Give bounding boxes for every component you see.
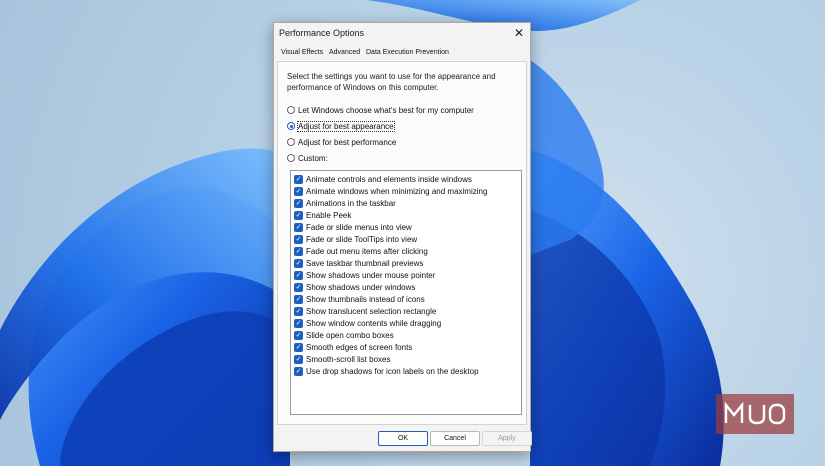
cancel-button[interactable]: Cancel [430, 431, 480, 446]
muo-logo-icon [724, 401, 786, 425]
checkbox-item[interactable]: ✓ Animations in the taskbar [294, 197, 396, 209]
checkbox-checked-icon: ✓ [294, 342, 303, 352]
checkbox-checked-icon: ✓ [294, 366, 303, 376]
ok-button[interactable]: OK [378, 431, 428, 446]
checkbox-item[interactable]: ✓ Fade or slide ToolTips into view [294, 233, 417, 245]
visual-effects-panel: Select the settings you want to use for … [277, 61, 527, 425]
checkbox-item[interactable]: ✓ Show shadows under mouse pointer [294, 269, 435, 281]
checkbox-item[interactable]: ✓ Show window contents while dragging [294, 317, 441, 329]
tab-visual-effects[interactable]: Visual Effects [281, 49, 323, 56]
radio-indicator [287, 122, 295, 130]
checkbox-checked-icon: ✓ [294, 222, 303, 232]
checkbox-item[interactable]: ✓ Show shadows under windows [294, 281, 415, 293]
checkbox-checked-icon: ✓ [294, 318, 303, 328]
checkbox-item[interactable]: ✓ Smooth-scroll list boxes [294, 353, 390, 365]
tab-advanced[interactable]: Advanced [329, 49, 360, 56]
apply-button[interactable]: Apply [482, 431, 532, 446]
checkbox-item[interactable]: ✓ Animate controls and elements inside wi… [294, 173, 472, 185]
checkbox-checked-icon: ✓ [294, 354, 303, 364]
radio-label: Adjust for best performance [298, 137, 397, 147]
description-text: Select the settings you want to use for … [287, 72, 496, 92]
close-icon[interactable]: ✕ [514, 26, 524, 40]
tab-data-execution-prevention[interactable]: Data Execution Prevention [366, 49, 449, 56]
radio-label: Adjust for best appearance [297, 120, 395, 132]
muo-watermark-logo [716, 394, 794, 434]
radio-indicator [287, 154, 295, 162]
checkbox-item[interactable]: ✓ Show translucent selection rectangle [294, 305, 436, 317]
radio-custom[interactable]: Custom: [287, 152, 328, 164]
checkbox-item[interactable]: ✓ Fade or slide menus into view [294, 221, 412, 233]
radio-indicator [287, 138, 295, 146]
checkbox-checked-icon: ✓ [294, 246, 303, 256]
window-title: Performance Options [279, 28, 365, 38]
checkbox-checked-icon: ✓ [294, 330, 303, 340]
checkbox-item[interactable]: ✓ Slide open combo boxes [294, 329, 394, 341]
radio-let-windows-choose[interactable]: Let Windows choose what's best for my co… [287, 104, 474, 116]
checkbox-item[interactable]: ✓ Animate windows when minimizing and max… [294, 185, 487, 197]
performance-options-dialog: Performance Options ✕ Visual Effects Adv… [273, 22, 532, 452]
checkbox-item[interactable]: ✓ Enable Peek [294, 209, 351, 221]
radio-label: Custom: [298, 153, 328, 163]
radio-indicator [287, 106, 295, 114]
checkbox-checked-icon: ✓ [294, 234, 303, 244]
checkbox-checked-icon: ✓ [294, 258, 303, 268]
checkbox-item[interactable]: ✓ Show thumbnails instead of icons [294, 293, 425, 305]
checkbox-checked-icon: ✓ [294, 294, 303, 304]
checkbox-item[interactable]: ✓ Fade out menu items after clicking [294, 245, 428, 257]
radio-best-appearance[interactable]: Adjust for best appearance [287, 120, 395, 132]
title-bar[interactable]: Performance Options ✕ [274, 23, 530, 45]
checkbox-checked-icon: ✓ [294, 282, 303, 292]
radio-label: Let Windows choose what's best for my co… [298, 105, 474, 115]
visual-effects-list[interactable]: ✓ Animate controls and elements inside wi… [290, 170, 522, 415]
checkbox-checked-icon: ✓ [294, 210, 303, 220]
checkbox-item[interactable]: ✓ Smooth edges of screen fonts [294, 341, 412, 353]
checkbox-checked-icon: ✓ [294, 198, 303, 208]
checkbox-checked-icon: ✓ [294, 174, 303, 184]
checkbox-item[interactable]: ✓ Save taskbar thumbnail previews [294, 257, 423, 269]
checkbox-checked-icon: ✓ [294, 186, 303, 196]
checkbox-item[interactable]: ✓ Use drop shadows for icon labels on the… [294, 365, 479, 377]
checkbox-checked-icon: ✓ [294, 306, 303, 316]
radio-best-performance[interactable]: Adjust for best performance [287, 136, 396, 148]
checkbox-checked-icon: ✓ [294, 270, 303, 280]
